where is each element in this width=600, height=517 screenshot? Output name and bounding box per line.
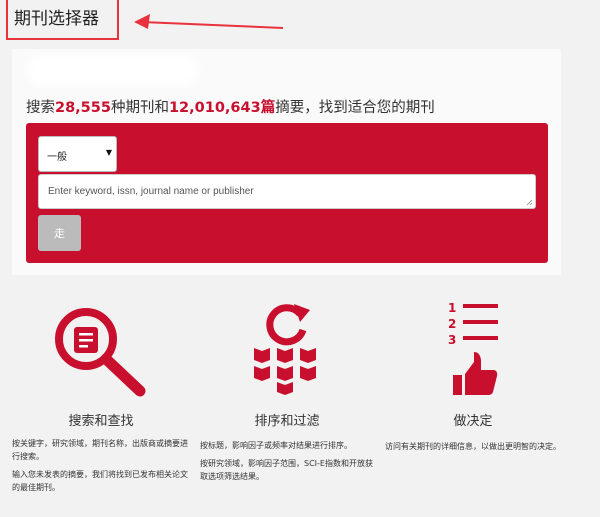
feature-paragraph: 访问有关期刊的详细信息，以做出更明智的决定。 bbox=[385, 442, 561, 451]
feature-paragraph: 输入您未发表的摘要，我们将找到已发布相关论文的最佳期刊。 bbox=[12, 470, 188, 492]
page-title: 期刊选择器 bbox=[14, 9, 99, 29]
journal-count: 28,555 bbox=[55, 100, 111, 116]
magnifier-document-icon bbox=[55, 308, 146, 397]
feature-title-decide: 做决定 bbox=[453, 414, 493, 429]
search-headline: 搜索28,555种期刊和12,010,643篇摘要，找到适合您的期刊 bbox=[26, 96, 435, 117]
list-thumbs-up-icon: 1 2 3 bbox=[448, 301, 498, 395]
caret-down-icon: ▼ bbox=[105, 148, 112, 157]
feature-title-sort: 排序和过滤 bbox=[254, 414, 320, 429]
svg-text:2: 2 bbox=[448, 317, 456, 331]
feature-paragraph: 按标题，影响因子或频率对结果进行排序。 bbox=[200, 441, 352, 450]
headline-suffix: 摘要，找到适合您的期刊 bbox=[275, 100, 435, 116]
go-button[interactable]: 走 bbox=[38, 215, 81, 251]
search-input[interactable]: Enter keyword, issn, journal name or pub… bbox=[38, 174, 536, 209]
feature-text-search: 按关键字，研究领域，期刊名称，出版商或摘要进行搜索。 输入您未发表的摘要，我们将… bbox=[12, 437, 194, 499]
svg-text:3: 3 bbox=[448, 333, 456, 347]
search-input-placeholder: Enter keyword, issn, journal name or pub… bbox=[48, 186, 254, 197]
feature-paragraph: 按关键字，研究领域，期刊名称，出版商或摘要进行搜索。 bbox=[12, 439, 188, 461]
svg-text:1: 1 bbox=[448, 301, 456, 315]
feature-text-decide: 访问有关期刊的详细信息，以做出更明智的决定。 bbox=[385, 440, 567, 458]
headline-mid: 种期刊和 bbox=[110, 100, 169, 116]
abstract-count: 12,010,643篇 bbox=[168, 100, 276, 116]
category-select-value: 一般 bbox=[47, 152, 67, 163]
annotation-arrow-icon bbox=[134, 14, 284, 29]
headline-prefix: 搜索 bbox=[26, 100, 55, 116]
feature-paragraph: 按研究领域，影响因子范围，SCI-E指数和开放获取选项筛选结果。 bbox=[200, 459, 373, 481]
redacted-area bbox=[28, 55, 198, 85]
category-select[interactable]: 一般 ▼ bbox=[38, 136, 117, 172]
refresh-books-icon bbox=[254, 304, 316, 395]
feature-title-search: 搜索和查找 bbox=[68, 414, 134, 429]
resize-grip-icon[interactable] bbox=[526, 199, 533, 206]
feature-text-sort: 按标题，影响因子或频率对结果进行排序。 按研究领域，影响因子范围，SCI-E指数… bbox=[200, 439, 378, 488]
